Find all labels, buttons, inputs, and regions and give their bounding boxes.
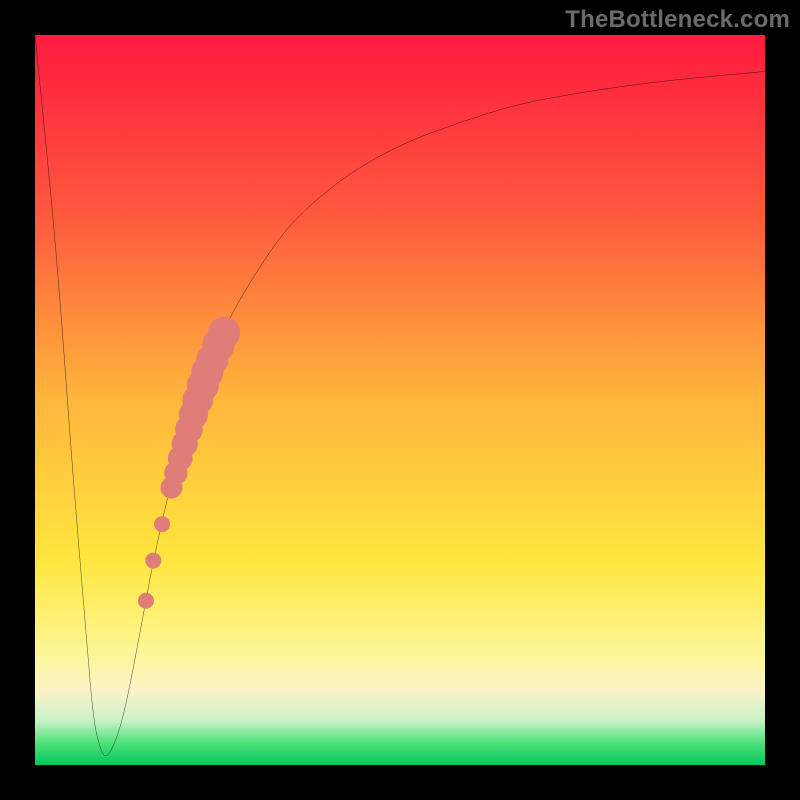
highlight-point [203,330,226,353]
highlight-point [154,516,170,532]
highlight-point [138,593,154,609]
watermark-text: TheBottleneck.com [565,6,790,34]
highlight-point [145,553,161,569]
highlight-points [138,317,240,609]
bottleneck-curve [35,35,765,756]
plot-area [35,35,765,765]
chart-frame: TheBottleneck.com [0,0,800,800]
chart-svg [35,35,765,765]
